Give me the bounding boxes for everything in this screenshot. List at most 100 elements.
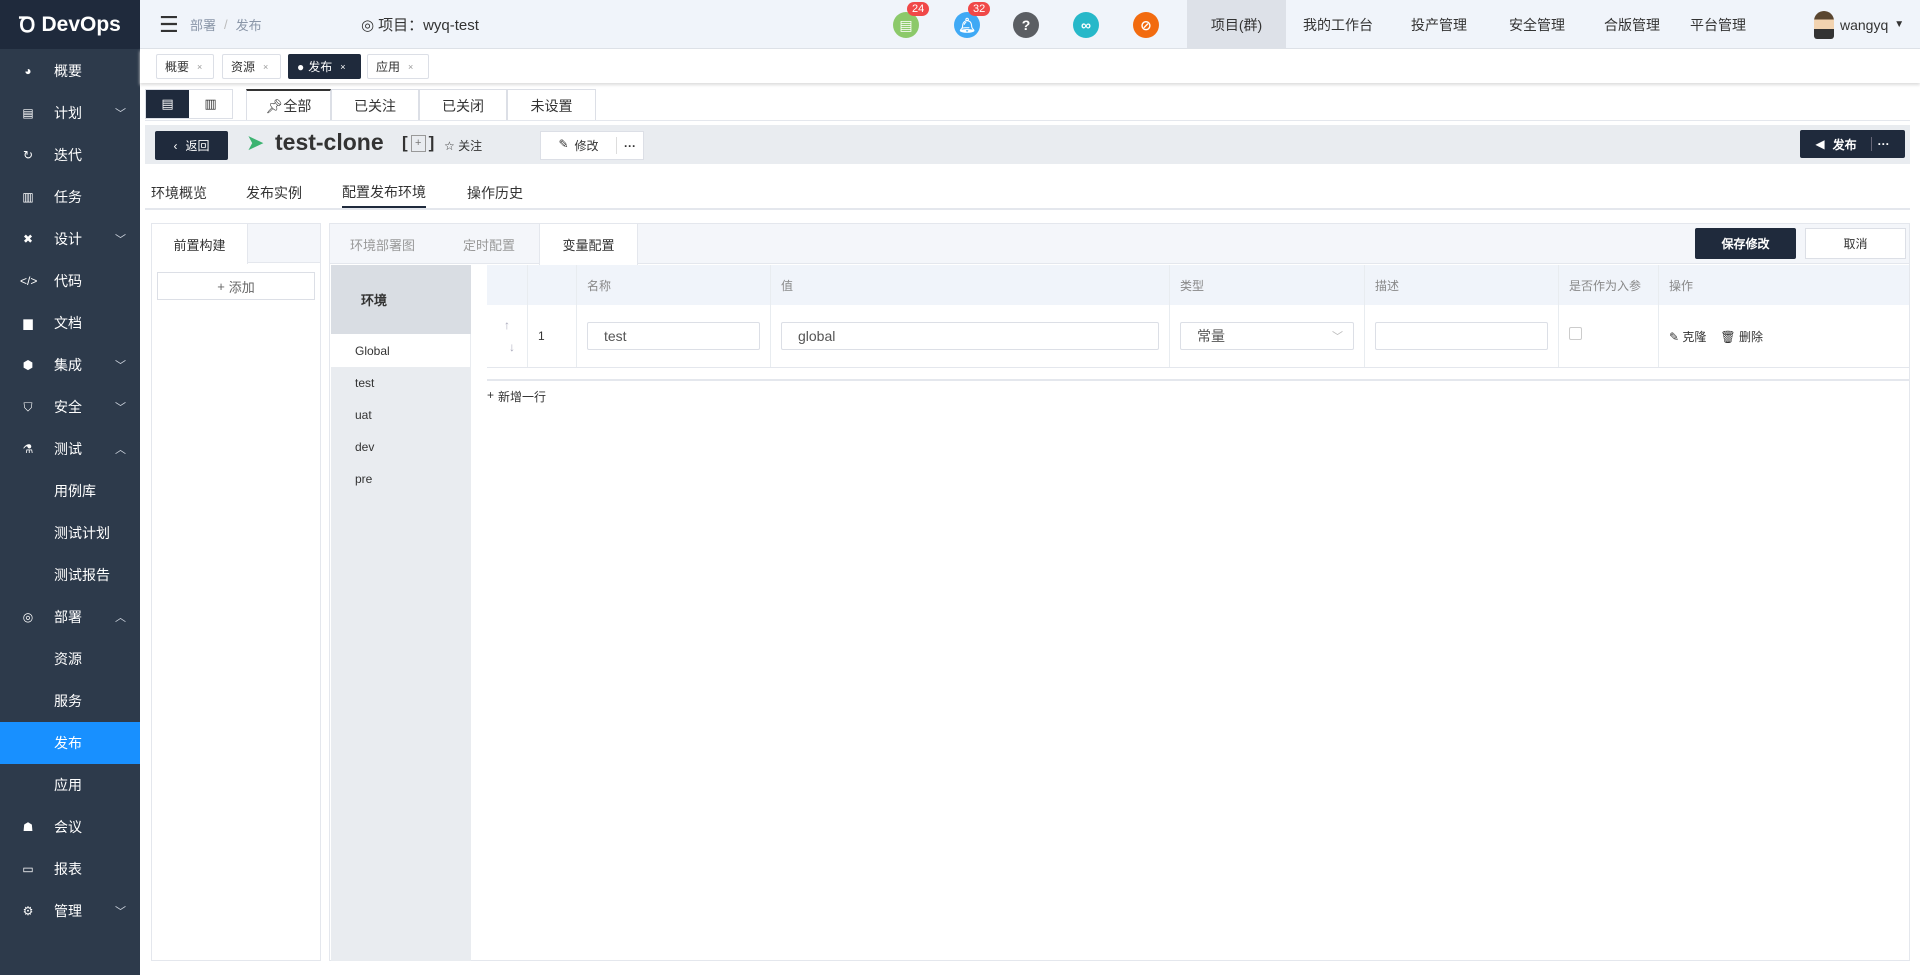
nav-merge-mgmt[interactable]: 合版管理: [1585, 0, 1679, 49]
sidebar-item[interactable]: ▥任务: [0, 176, 140, 218]
arrow-up-icon[interactable]: ↑: [504, 318, 510, 332]
monitor-icon: ▭: [20, 862, 36, 876]
more-button[interactable]: ···: [617, 139, 643, 153]
page-tab[interactable]: 资源×: [222, 54, 281, 79]
sidebar-item[interactable]: ▤计划﹀: [0, 92, 140, 134]
sidebar-item[interactable]: 资源: [0, 638, 140, 680]
col-desc: 描述: [1365, 265, 1559, 305]
tab-schedule[interactable]: 定时配置: [463, 224, 515, 264]
edit-button[interactable]: ✎修改: [541, 137, 617, 154]
filter-tab-unset[interactable]: 未设置: [507, 89, 596, 121]
cancel-button[interactable]: 取消: [1805, 228, 1906, 259]
page-tab[interactable]: 应用×: [367, 54, 429, 79]
subtab-env-overview[interactable]: 环境概览: [151, 178, 207, 208]
sidebar-item[interactable]: 发布: [0, 722, 140, 764]
filter-tab-followed[interactable]: 已关注: [331, 89, 419, 121]
publish-button[interactable]: ◀发布···: [1800, 130, 1905, 158]
sidebar-item[interactable]: 测试报告: [0, 554, 140, 596]
nav-platform-mgmt[interactable]: 平台管理: [1671, 0, 1765, 49]
subtab-release-instances[interactable]: 发布实例: [246, 178, 302, 208]
help-icon[interactable]: ?: [1013, 12, 1039, 38]
close-icon[interactable]: ×: [408, 62, 413, 72]
user-menu[interactable]: wangyq ▼: [1814, 0, 1904, 49]
sidebar-item[interactable]: 测试计划: [0, 512, 140, 554]
clone-button[interactable]: ✎ 克隆: [1669, 328, 1706, 345]
page-tab[interactable]: 概要×: [156, 54, 214, 79]
docs-icon[interactable]: ▤24: [893, 12, 919, 38]
follow-button[interactable]: ☆ 关注: [444, 137, 482, 154]
save-button[interactable]: 保存修改: [1695, 228, 1796, 259]
sidebar-item[interactable]: 应用: [0, 764, 140, 806]
tab-deploy-graph[interactable]: 环境部署图: [350, 224, 415, 264]
name-input[interactable]: test: [587, 322, 760, 350]
link-icon[interactable]: ∞: [1073, 12, 1099, 38]
subtab-history[interactable]: 操作历史: [467, 178, 523, 208]
row-sort-handle[interactable]: ↑↓: [487, 305, 528, 367]
close-icon[interactable]: ×: [197, 62, 202, 72]
env-item[interactable]: pre: [331, 463, 470, 495]
back-button[interactable]: ‹返回: [155, 131, 228, 160]
sidebar-item-label: 部署: [54, 607, 82, 627]
block-icon[interactable]: ⊘: [1133, 12, 1159, 38]
expand-toggle[interactable]: [+]: [402, 133, 434, 153]
env-list: 环境 Globaltestuatdevpre: [331, 265, 471, 961]
filter-tab-all[interactable]: 📌︎全部: [246, 89, 331, 121]
arrow-down-icon[interactable]: ↓: [509, 340, 515, 354]
type-select[interactable]: 常量﹀: [1180, 322, 1354, 350]
board-view-icon[interactable]: ▥: [189, 90, 232, 118]
sidebar-item[interactable]: 用例库: [0, 470, 140, 512]
breadcrumb-item[interactable]: 部署: [190, 15, 216, 34]
bell-icon[interactable]: 🔔︎32: [954, 12, 980, 38]
sidebar-item[interactable]: ▆文档: [0, 302, 140, 344]
logo[interactable]: ꝹDevOps: [0, 0, 140, 49]
page-tab-active[interactable]: ●发布×: [288, 54, 361, 79]
sidebar-item[interactable]: ✖设计﹀: [0, 218, 140, 260]
nav-project-group[interactable]: 项目(群): [1187, 0, 1286, 49]
hamburger-menu-icon[interactable]: ☰: [159, 0, 179, 49]
tab-pre-build[interactable]: 前置构建: [152, 224, 248, 264]
sidebar-item[interactable]: ⚙管理﹀: [0, 890, 140, 932]
env-item[interactable]: uat: [331, 399, 470, 431]
publish-more-button[interactable]: ···: [1871, 137, 1890, 151]
sidebar-item[interactable]: ↻迭代: [0, 134, 140, 176]
list-view-icon[interactable]: ▤: [146, 90, 189, 118]
nav-workbench[interactable]: 我的工作台: [1290, 0, 1386, 49]
sidebar-item[interactable]: ◎部署︿: [0, 596, 140, 638]
is-param-checkbox[interactable]: [1569, 327, 1582, 340]
nav-security-mgmt[interactable]: 安全管理: [1490, 0, 1584, 49]
value-input[interactable]: global: [781, 322, 1159, 350]
add-row-button[interactable]: +新增一行: [487, 388, 546, 405]
filter-tab-closed[interactable]: 已关闭: [419, 89, 507, 121]
delete-button[interactable]: 🗑︎ 删除: [1720, 328, 1763, 345]
plus-icon: +: [217, 279, 225, 294]
sidebar-item[interactable]: ⚗测试︿: [0, 428, 140, 470]
tab-variables[interactable]: 变量配置: [539, 224, 638, 265]
sidebar-item[interactable]: ⛉安全﹀: [0, 386, 140, 428]
sidebar-item-label: 集成: [54, 355, 82, 375]
nav-release-mgmt[interactable]: 投产管理: [1392, 0, 1486, 49]
env-list-header: 环境: [331, 265, 471, 334]
env-item[interactable]: dev: [331, 431, 470, 463]
close-icon[interactable]: ×: [263, 62, 268, 72]
sidebar-item[interactable]: </>代码: [0, 260, 140, 302]
avatar: [1814, 11, 1834, 39]
sidebar-item[interactable]: ⬢集成﹀: [0, 344, 140, 386]
sidebar-item[interactable]: ▭报表: [0, 848, 140, 890]
plus-box-icon: +: [411, 135, 426, 152]
breadcrumb: 部署 / 发布: [190, 0, 262, 49]
sidebar-item[interactable]: ☗会议: [0, 806, 140, 848]
project-selector[interactable]: ◎项目：wyq-test: [361, 0, 479, 49]
sidebar-item[interactable]: 服务: [0, 680, 140, 722]
sidebar-item-label: 测试: [54, 439, 82, 459]
env-item[interactable]: Global: [331, 334, 470, 367]
subtab-configure-env[interactable]: 配置发布环境: [342, 178, 426, 208]
env-item[interactable]: test: [331, 367, 470, 399]
edit-group: ✎修改 ···: [540, 131, 644, 160]
sidebar-item-label: 安全: [54, 397, 82, 417]
dot-icon: ●: [297, 60, 304, 74]
sidebar-item[interactable]: ◕概要: [0, 50, 140, 92]
close-icon[interactable]: ×: [340, 62, 345, 72]
add-button[interactable]: +添加: [157, 272, 315, 300]
desc-input[interactable]: [1375, 322, 1548, 350]
caret-down-icon: ▼: [1894, 19, 1904, 30]
